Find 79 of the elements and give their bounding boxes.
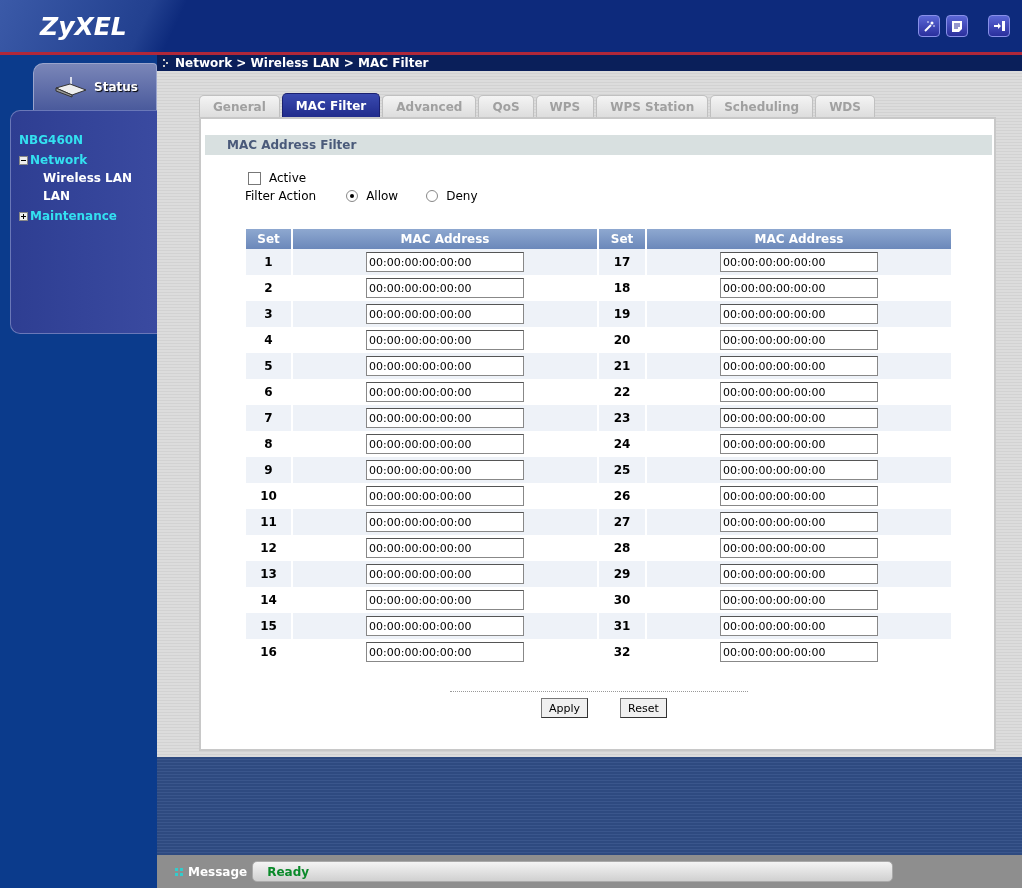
input-field[interactable]: 00:00:00:00:00:00 — [366, 408, 524, 428]
expand-icon[interactable] — [19, 211, 28, 221]
logout-icon[interactable] — [988, 15, 1010, 37]
table-cell: 5 — [246, 353, 291, 379]
status-tab[interactable]: Status — [33, 63, 157, 110]
wand-icon[interactable] — [918, 15, 940, 37]
table-cell: 21 — [599, 353, 645, 379]
input-field[interactable]: 00:00:00:00:00:00 — [720, 278, 878, 298]
device-name: NBG460N — [19, 133, 85, 147]
input-field[interactable]: 00:00:00:00:00:00 — [720, 616, 878, 636]
menu-item[interactable]: LAN — [19, 189, 157, 203]
table-cell: 15 — [246, 613, 291, 639]
input-field[interactable]: 00:00:00:00:00:00 — [366, 564, 524, 584]
input-field[interactable]: 00:00:00:00:00:00 — [366, 642, 524, 662]
menu-item[interactable]: Maintenance — [30, 209, 117, 223]
table-cell: 27 — [599, 509, 645, 535]
table-cell: 31 — [599, 613, 645, 639]
table-cell: 25 — [599, 457, 645, 483]
table-cell: 11 — [246, 509, 291, 535]
menu-item[interactable]: Wireless LAN — [19, 171, 157, 185]
menu-item[interactable]: Network — [30, 153, 88, 167]
bullet-icon — [163, 59, 169, 67]
input-field[interactable]: 00:00:00:00:00:00 — [720, 486, 878, 506]
input-field[interactable]: 00:00:00:00:00:00 — [366, 330, 524, 350]
reset-button[interactable]: Reset — [620, 698, 667, 718]
table-cell: 29 — [599, 561, 645, 587]
tab[interactable]: MAC Filter — [281, 93, 381, 118]
column-header: MAC Address — [647, 229, 951, 249]
router-icon — [54, 76, 88, 98]
collapse-icon[interactable] — [19, 155, 28, 165]
radio-label: Allow — [366, 189, 399, 203]
document-icon[interactable] — [946, 15, 968, 37]
table-cell: 23 — [599, 405, 645, 431]
checkbox[interactable] — [248, 171, 261, 185]
input-field[interactable]: 00:00:00:00:00:00 — [366, 356, 524, 376]
input-field[interactable]: 00:00:00:00:00:00 — [720, 382, 878, 402]
input-field[interactable]: 00:00:00:00:00:00 — [720, 538, 878, 558]
table-cell: 9 — [246, 457, 291, 483]
breadcrumb: Network > Wireless LAN > MAC Filter — [175, 56, 429, 70]
input-field[interactable]: 00:00:00:00:00:00 — [366, 460, 524, 480]
input-field[interactable]: 00:00:00:00:00:00 — [720, 590, 878, 610]
input-field[interactable]: 00:00:00:00:00:00 — [720, 564, 878, 584]
apply-button[interactable]: Apply — [541, 698, 589, 718]
input-field[interactable]: 00:00:00:00:00:00 — [366, 434, 524, 454]
input-field[interactable]: 00:00:00:00:00:00 — [366, 382, 524, 402]
input-field[interactable]: 00:00:00:00:00:00 — [366, 486, 524, 506]
table-cell: 3 — [246, 301, 291, 327]
table-cell: 1 — [246, 249, 291, 275]
input-field[interactable]: 00:00:00:00:00:00 — [366, 304, 524, 324]
section-title: MAC Address Filter — [205, 135, 992, 155]
input-field[interactable]: 00:00:00:00:00:00 — [720, 512, 878, 532]
input-field[interactable]: 00:00:00:00:00:00 — [720, 642, 878, 662]
input-field[interactable]: 00:00:00:00:00:00 — [720, 460, 878, 480]
table-cell: 13 — [246, 561, 291, 587]
input-field[interactable]: 00:00:00:00:00:00 — [720, 252, 878, 272]
radio-label: Deny — [446, 189, 478, 203]
input-field[interactable]: 00:00:00:00:00:00 — [366, 590, 524, 610]
input-field[interactable]: 00:00:00:00:00:00 — [720, 408, 878, 428]
input-field[interactable]: 00:00:00:00:00:00 — [366, 616, 524, 636]
column-header: MAC Address — [293, 229, 597, 249]
bullet-icon — [175, 867, 183, 876]
input-field[interactable]: 00:00:00:00:00:00 — [720, 330, 878, 350]
checkbox-label: Active — [269, 171, 307, 185]
logo: ZyXEL — [40, 11, 127, 41]
input-field[interactable]: 00:00:00:00:00:00 — [366, 278, 524, 298]
status-message: Ready — [252, 861, 894, 882]
table-cell: 17 — [599, 249, 645, 275]
input-field[interactable]: 00:00:00:00:00:00 — [366, 512, 524, 532]
status-label: Message — [188, 864, 248, 879]
column-header: Set — [246, 229, 291, 249]
input-field[interactable]: 00:00:00:00:00:00 — [720, 304, 878, 324]
input-field[interactable]: 00:00:00:00:00:00 — [720, 434, 878, 454]
input-field[interactable]: 00:00:00:00:00:00 — [366, 252, 524, 272]
field-label: Filter Action — [245, 189, 317, 203]
table-cell: 19 — [599, 301, 645, 327]
input-field[interactable]: 00:00:00:00:00:00 — [720, 356, 878, 376]
input-field[interactable]: 00:00:00:00:00:00 — [366, 538, 524, 558]
table-cell: 7 — [246, 405, 291, 431]
column-header: Set — [599, 229, 645, 249]
